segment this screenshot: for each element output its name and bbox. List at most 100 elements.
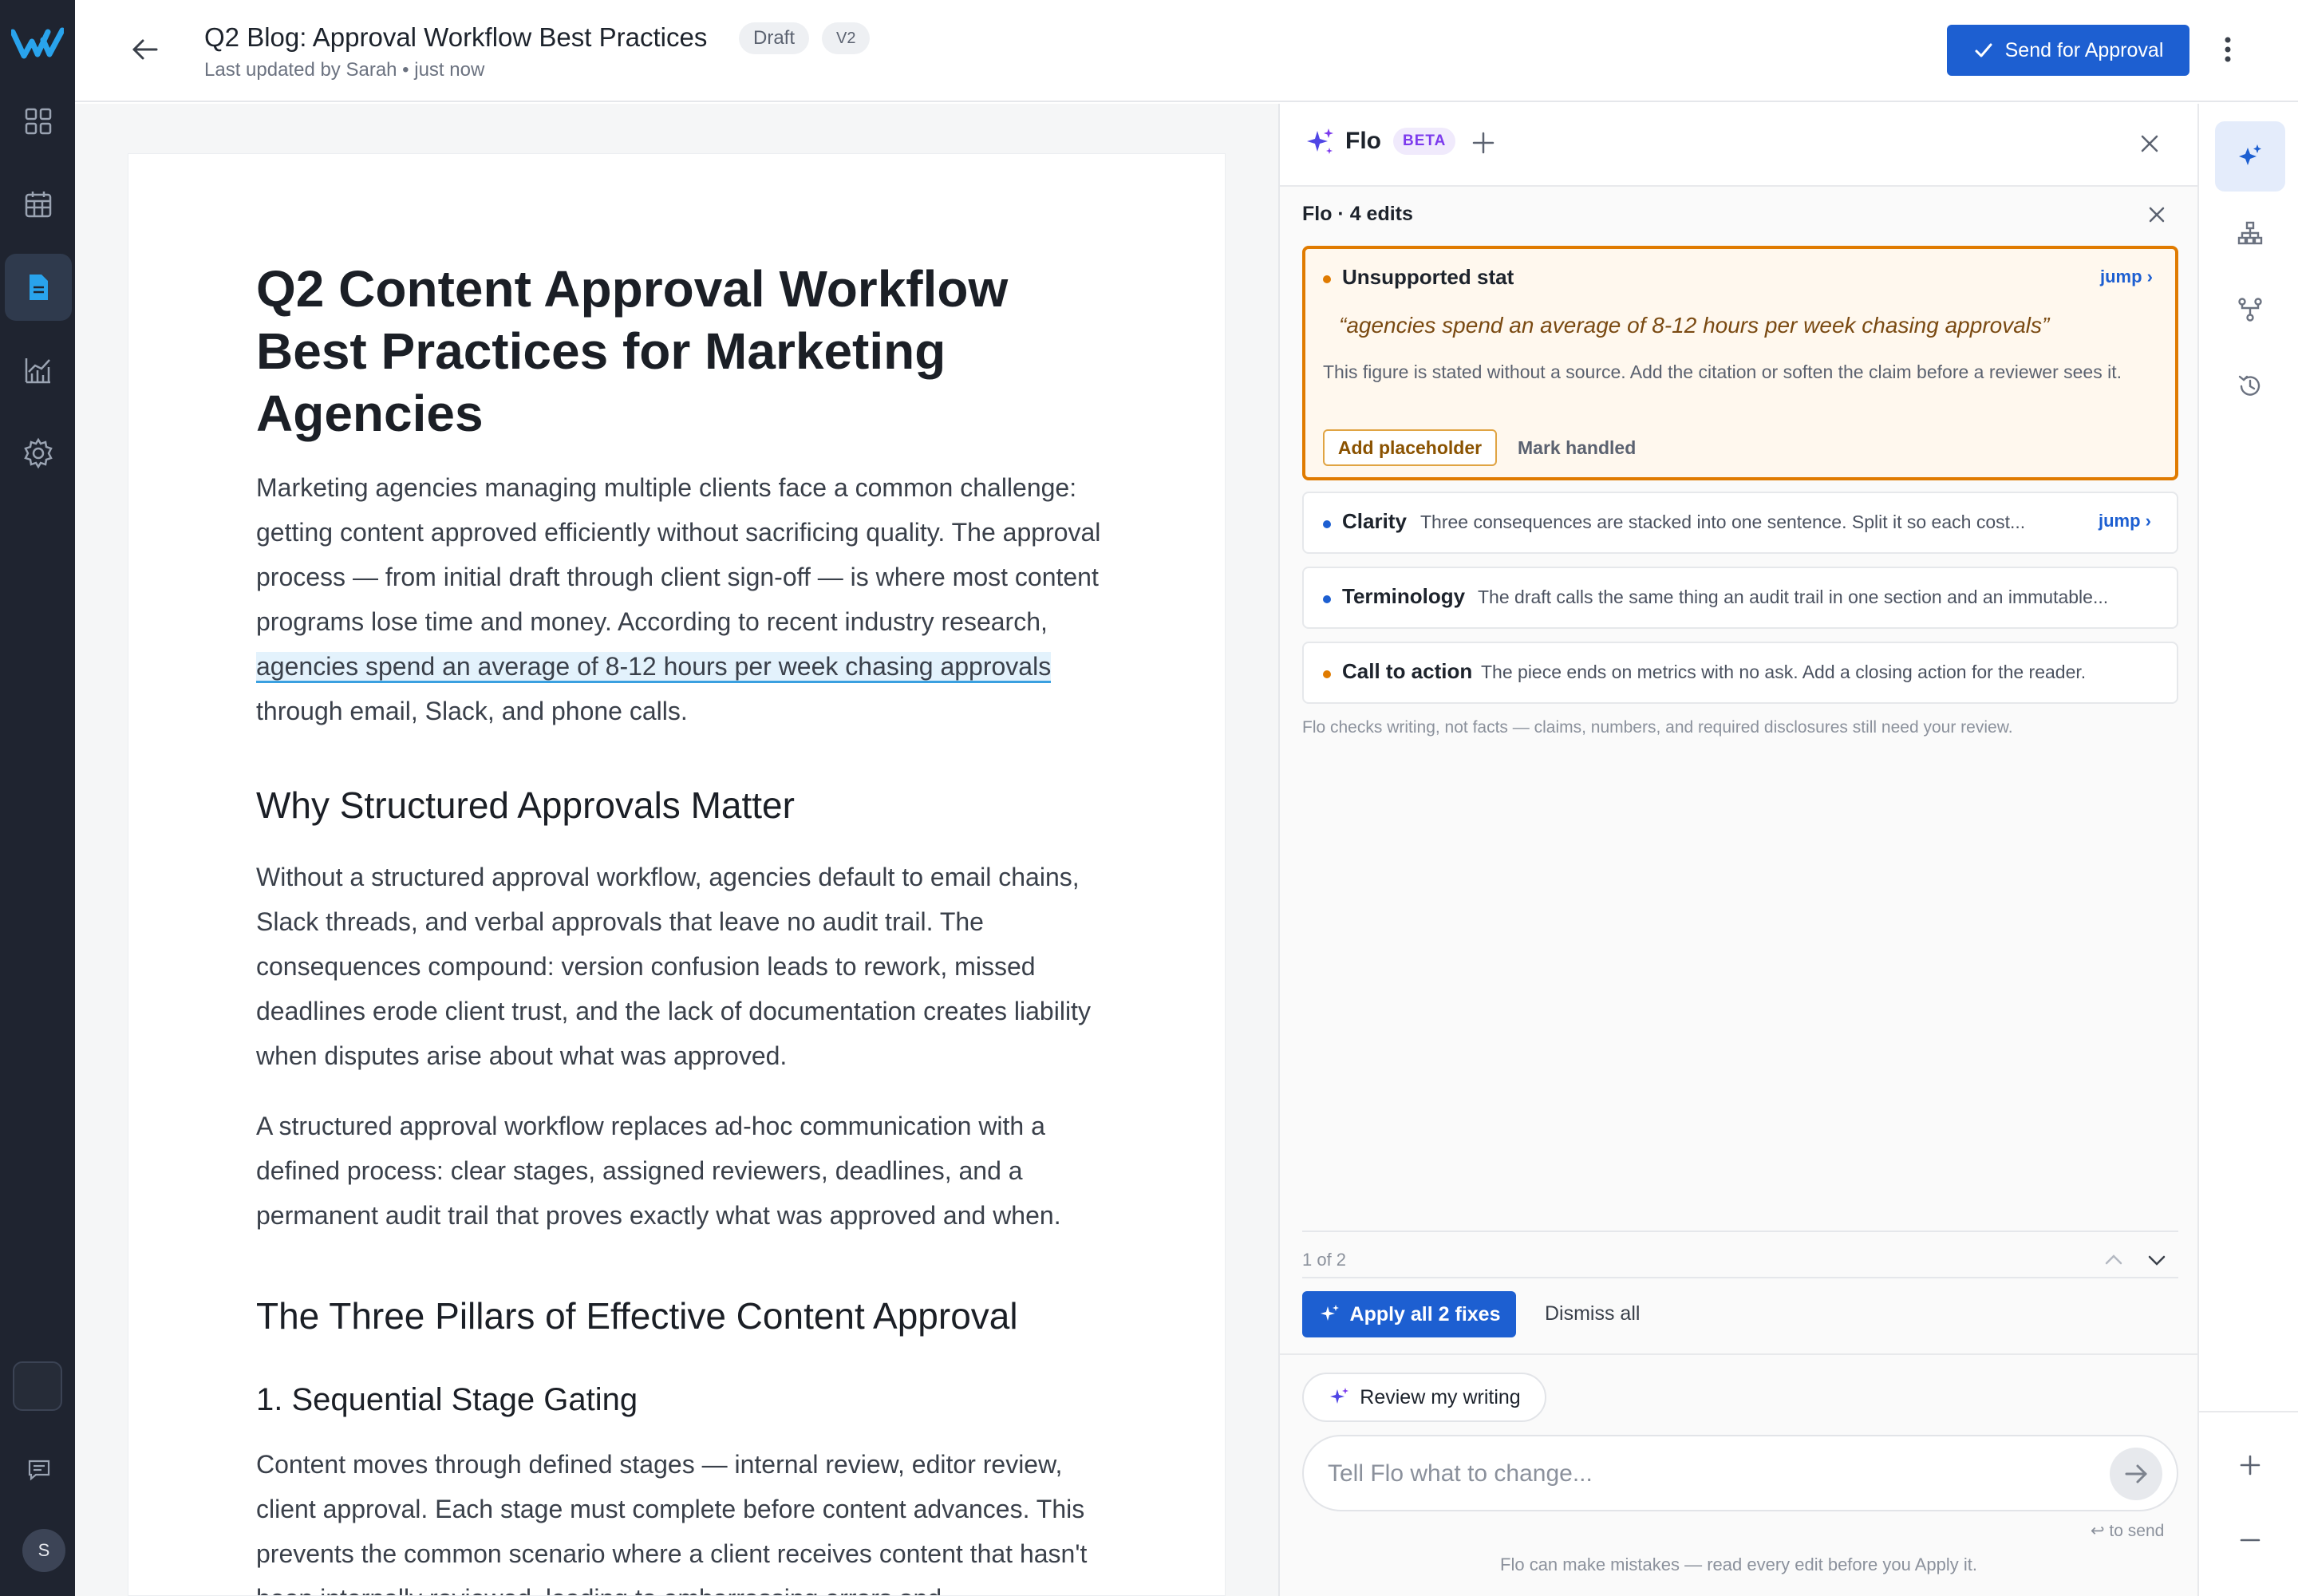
dismiss-all-button[interactable]: Dismiss all bbox=[1545, 1302, 1640, 1325]
tool-workflow[interactable] bbox=[2215, 275, 2285, 345]
close-panel-icon[interactable] bbox=[2140, 134, 2159, 153]
divider bbox=[1280, 1353, 2197, 1355]
chevron-down-icon[interactable] bbox=[2146, 1253, 2167, 1269]
sparkle-icon bbox=[1320, 1305, 1339, 1321]
section-heading-why: Why Structured Approvals Matter bbox=[256, 784, 795, 826]
edit-card-label: Call to action bbox=[1342, 659, 1473, 683]
flagged-stat-highlight[interactable]: agencies spend an average of 8-12 hours … bbox=[256, 652, 1052, 683]
document-title: Q2 Blog: Approval Workflow Best Practice… bbox=[204, 22, 708, 52]
edit-card-unsupported-stat[interactable]: Unsupported stat jump › “agencies spend … bbox=[1302, 246, 2178, 480]
edit-card-description: The piece ends on metrics with no ask. A… bbox=[1481, 662, 2087, 682]
edit-card-note: This figure is stated without a source. … bbox=[1323, 361, 2122, 382]
subsection-heading-gating: 1. Sequential Stage Gating bbox=[256, 1382, 638, 1417]
sparkle-icon bbox=[1330, 1388, 1349, 1404]
status-badge: Draft bbox=[739, 22, 810, 54]
review-my-writing-chip[interactable]: Review my writing bbox=[1302, 1373, 1546, 1422]
document-icon bbox=[30, 275, 48, 300]
plus-icon bbox=[2240, 1455, 2260, 1476]
history-icon bbox=[2238, 375, 2260, 396]
edit-card-label: Unsupported stat bbox=[1342, 265, 1514, 289]
calendar-icon bbox=[25, 192, 52, 218]
flagged-quote: “agencies spend an average of 8-12 hours… bbox=[1339, 313, 2050, 338]
sitemap-icon bbox=[2237, 221, 2263, 245]
pager-count: 1 of 2 bbox=[1302, 1250, 1347, 1270]
flo-sparkle-icon bbox=[2239, 144, 2261, 165]
send-for-approval-label: Send for Approval bbox=[2004, 38, 2164, 61]
nav-settings[interactable] bbox=[5, 420, 72, 487]
divider bbox=[1302, 1231, 2178, 1232]
edit-card-terminology[interactable]: Terminology The draft calls the same thi… bbox=[1302, 567, 2178, 629]
paragraph-stage-gating: Content moves through defined stages — i… bbox=[256, 1450, 1088, 1595]
info-dot-icon bbox=[1323, 595, 1331, 603]
flo-assistant-panel: Flo BETA Flo · 4 edits Unsupported stat … bbox=[1278, 104, 2197, 1596]
intro-text-before: Marketing agencies managing multiple cli… bbox=[256, 473, 1101, 636]
intro-paragraph: Marketing agencies managing multiple cli… bbox=[256, 465, 1110, 733]
edit-card-description: Three consequences are stacked into one … bbox=[1420, 512, 2026, 532]
zoom-out-button[interactable] bbox=[2215, 1505, 2285, 1575]
edit-card-clarity[interactable]: Clarity Three consequences are stacked i… bbox=[1302, 492, 2178, 554]
branch-icon bbox=[2238, 298, 2262, 322]
top-bar: Q2 Blog: Approval Workflow Best Practice… bbox=[75, 0, 2298, 102]
warning-dot-icon bbox=[1323, 275, 1331, 283]
flo-message-input[interactable] bbox=[1328, 1456, 2094, 1492]
divider bbox=[2199, 1411, 2298, 1412]
nav-documents[interactable] bbox=[5, 254, 72, 321]
arrow-right-icon bbox=[2125, 1464, 2147, 1483]
tool-outline[interactable] bbox=[2215, 198, 2285, 268]
analytics-icon bbox=[25, 358, 50, 384]
dashboard-icon bbox=[25, 108, 52, 135]
workspace-logo-icon[interactable] bbox=[11, 24, 64, 64]
edits-count-title: Flo · 4 edits bbox=[1302, 203, 1413, 225]
chat-icon[interactable] bbox=[26, 1457, 52, 1483]
flo-footer-note: Flo can make mistakes — read every edit … bbox=[1500, 1555, 1977, 1574]
document-heading: Q2 Content Approval Workflow Best Practi… bbox=[256, 260, 1009, 442]
jump-link[interactable]: jump › bbox=[2100, 267, 2153, 287]
back-arrow-icon[interactable] bbox=[129, 34, 161, 65]
add-placeholder-button[interactable]: Add placeholder bbox=[1323, 429, 1497, 466]
send-for-approval-button[interactable]: Send for Approval bbox=[1947, 25, 2189, 76]
workspace-switcher[interactable] bbox=[13, 1361, 62, 1411]
enter-to-send-hint: ↩ to send bbox=[2091, 1522, 2165, 1540]
left-nav-rail: S bbox=[0, 0, 75, 1596]
close-edits-icon[interactable] bbox=[2148, 206, 2166, 223]
last-updated-text: Last updated by Sarah • just now bbox=[204, 59, 485, 81]
document-body[interactable]: Q2 Content Approval Workflow Best Practi… bbox=[256, 258, 1110, 1595]
version-badge[interactable]: V2 bbox=[822, 22, 871, 54]
flo-composer bbox=[1302, 1435, 2178, 1511]
nav-dashboard[interactable] bbox=[5, 88, 72, 155]
review-chip-label: Review my writing bbox=[1360, 1385, 1521, 1408]
user-avatar[interactable]: S bbox=[22, 1529, 65, 1572]
section-heading-pillars: The Three Pillars of Effective Content A… bbox=[256, 1295, 1018, 1337]
edit-card-label: Terminology bbox=[1342, 584, 1466, 608]
divider bbox=[1302, 1277, 2178, 1278]
edit-card-call-to-action[interactable]: Call to action The piece ends on metrics… bbox=[1302, 642, 2178, 704]
checkmark-icon bbox=[1975, 43, 1992, 57]
mark-handled-button[interactable]: Mark handled bbox=[1518, 437, 1636, 459]
new-chat-plus-icon[interactable] bbox=[1471, 131, 1495, 155]
paragraph-structured-workflow: A structured approval workflow replaces … bbox=[256, 1112, 1061, 1230]
document-page[interactable]: Q2 Content Approval Workflow Best Practi… bbox=[128, 153, 1226, 1596]
info-dot-icon bbox=[1323, 520, 1331, 528]
flo-disclaimer: Flo checks writing, not facts — claims, … bbox=[1302, 718, 2013, 737]
minus-icon bbox=[2240, 1539, 2260, 1542]
apply-all-fixes-button[interactable]: Apply all 2 fixes bbox=[1302, 1291, 1516, 1337]
settings-icon bbox=[24, 437, 53, 469]
flo-panel-header: Flo BETA bbox=[1280, 104, 2197, 187]
intro-text-after: through email, Slack, and phone calls. bbox=[256, 697, 688, 725]
paragraph-without-structure: Without a structured approval workflow, … bbox=[256, 863, 1091, 1070]
zoom-in-button[interactable] bbox=[2215, 1430, 2285, 1500]
send-message-button[interactable] bbox=[2110, 1448, 2162, 1500]
more-options-icon[interactable] bbox=[2223, 35, 2233, 64]
nav-analytics[interactable] bbox=[5, 337, 72, 404]
right-tool-rail bbox=[2197, 104, 2298, 1596]
edit-card-label: Clarity bbox=[1342, 509, 1407, 533]
flo-sparkle-icon bbox=[1307, 128, 1333, 154]
beta-badge: BETA bbox=[1393, 128, 1456, 155]
tool-flo[interactable] bbox=[2215, 121, 2285, 192]
tool-history[interactable] bbox=[2215, 351, 2285, 421]
nav-calendar[interactable] bbox=[5, 171, 72, 238]
edit-card-description: The draft calls the same thing an audit … bbox=[1478, 587, 2109, 607]
apply-all-label: Apply all 2 fixes bbox=[1349, 1302, 1501, 1325]
jump-link[interactable]: jump › bbox=[2099, 511, 2151, 531]
chevron-up-icon[interactable] bbox=[2103, 1251, 2124, 1267]
